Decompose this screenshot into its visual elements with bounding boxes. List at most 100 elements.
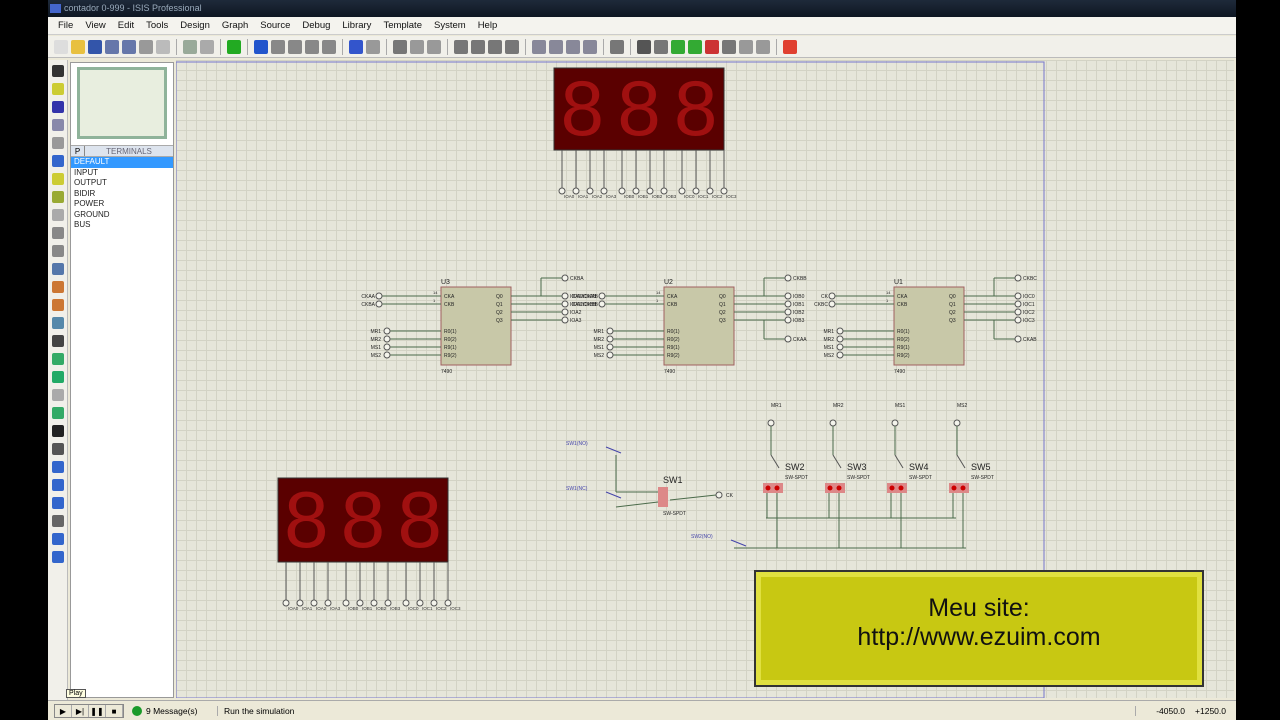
mode-tool-icon[interactable] (51, 497, 64, 509)
toolbar-button-icon[interactable] (739, 39, 753, 54)
terminal[interactable] (784, 335, 792, 343)
toolbar-button-icon[interactable] (783, 39, 797, 54)
menu-template[interactable]: Template (377, 17, 428, 34)
menu-design[interactable]: Design (174, 17, 216, 34)
menu-source[interactable]: Source (254, 17, 296, 34)
terminal[interactable] (561, 308, 569, 316)
menu-help[interactable]: Help (472, 17, 504, 34)
mode-tool-icon[interactable] (51, 65, 64, 77)
terminal[interactable] (606, 351, 614, 359)
terminal[interactable] (561, 292, 569, 300)
terminal[interactable] (561, 300, 569, 308)
mode-tool-icon[interactable] (51, 479, 64, 491)
terminal[interactable] (561, 274, 569, 282)
overview-window[interactable] (77, 67, 167, 139)
play-button[interactable]: ▶ (55, 704, 72, 717)
mode-tool-icon[interactable] (51, 335, 64, 347)
toolbar-button-icon[interactable] (532, 39, 546, 54)
terminal[interactable] (375, 300, 383, 308)
terminal[interactable] (891, 419, 899, 427)
toolbar-button-icon[interactable] (756, 39, 770, 54)
terminal[interactable] (767, 419, 775, 427)
menu-edit[interactable]: Edit (112, 17, 140, 34)
mode-tool-icon[interactable] (51, 461, 64, 473)
toolbar-button-icon[interactable] (200, 39, 214, 54)
step-button[interactable]: ▶| (72, 704, 89, 717)
sw1-contacts[interactable] (658, 487, 668, 507)
terminal-item[interactable]: INPUT (71, 168, 173, 179)
mode-tool-icon[interactable] (51, 227, 64, 239)
mode-tool-icon[interactable] (51, 443, 64, 455)
toolbar-button-icon[interactable] (254, 39, 268, 54)
terminal[interactable] (836, 351, 844, 359)
toolbar-button-icon[interactable] (505, 39, 519, 54)
terminal[interactable] (836, 343, 844, 351)
mode-tool-icon[interactable] (51, 119, 64, 131)
terminal[interactable] (1014, 308, 1022, 316)
toolbar-button-icon[interactable] (366, 39, 380, 54)
terminal-item[interactable]: GROUND (71, 210, 173, 221)
pick-button[interactable]: P (71, 146, 85, 156)
mode-tool-icon[interactable] (51, 407, 64, 419)
toolbar-button-icon[interactable] (393, 39, 407, 54)
terminal[interactable] (1014, 300, 1022, 308)
toolbar-button-icon[interactable] (349, 39, 363, 54)
toolbar-button-icon[interactable] (122, 39, 136, 54)
menu-graph[interactable]: Graph (216, 17, 254, 34)
toolbar-button-icon[interactable] (305, 39, 319, 54)
terminal[interactable] (784, 308, 792, 316)
terminal[interactable] (784, 292, 792, 300)
mode-tool-icon[interactable] (51, 155, 64, 167)
mode-tool-icon[interactable] (51, 533, 64, 545)
toolbar-button-icon[interactable] (156, 39, 170, 54)
mode-tool-icon[interactable] (51, 245, 64, 257)
toolbar-button-icon[interactable] (671, 39, 685, 54)
mode-tool-icon[interactable] (51, 317, 64, 329)
toolbar-button-icon[interactable] (139, 39, 153, 54)
toolbar-button-icon[interactable] (183, 39, 197, 54)
mode-tool-icon[interactable] (51, 263, 64, 275)
terminal[interactable] (1014, 292, 1022, 300)
terminal[interactable] (784, 316, 792, 324)
mode-tool-icon[interactable] (51, 515, 64, 527)
mode-tool-icon[interactable] (51, 209, 64, 221)
terminal[interactable] (715, 491, 723, 499)
menu-debug[interactable]: Debug (296, 17, 336, 34)
mode-tool-icon[interactable] (51, 83, 64, 95)
toolbar-button-icon[interactable] (549, 39, 563, 54)
terminal[interactable] (383, 327, 391, 335)
toolbar-button-icon[interactable] (722, 39, 736, 54)
terminal[interactable] (828, 300, 836, 308)
terminal[interactable] (836, 335, 844, 343)
terminal[interactable] (953, 419, 961, 427)
terminal-item[interactable]: BIDIR (71, 189, 173, 200)
terminal-item[interactable]: DEFAULT (71, 157, 173, 168)
toolbar-button-icon[interactable] (227, 39, 241, 54)
terminal[interactable] (383, 343, 391, 351)
toolbar-button-icon[interactable] (427, 39, 441, 54)
terminal-item[interactable]: POWER (71, 199, 173, 210)
terminal[interactable] (606, 343, 614, 351)
toolbar-button-icon[interactable] (610, 39, 624, 54)
toolbar-button-icon[interactable] (54, 39, 68, 54)
terminal[interactable] (606, 327, 614, 335)
terminal[interactable] (598, 292, 606, 300)
toolbar-button-icon[interactable] (105, 39, 119, 54)
toolbar-button-icon[interactable] (71, 39, 85, 54)
terminal[interactable] (1014, 316, 1022, 324)
terminal[interactable] (784, 300, 792, 308)
toolbar-button-icon[interactable] (288, 39, 302, 54)
terminal[interactable] (606, 335, 614, 343)
menu-tools[interactable]: Tools (140, 17, 174, 34)
terminal[interactable] (561, 316, 569, 324)
mode-tool-icon[interactable] (51, 173, 64, 185)
stop-button[interactable]: ■ (106, 704, 123, 717)
pause-button[interactable]: ❚❚ (89, 704, 106, 717)
mode-tool-icon[interactable] (51, 101, 64, 113)
toolbar-button-icon[interactable] (488, 39, 502, 54)
menu-library[interactable]: Library (336, 17, 377, 34)
terminal-item[interactable]: OUTPUT (71, 178, 173, 189)
messages-count[interactable]: 9 Message(s) (146, 706, 198, 716)
toolbar-button-icon[interactable] (271, 39, 285, 54)
terminal[interactable] (598, 300, 606, 308)
